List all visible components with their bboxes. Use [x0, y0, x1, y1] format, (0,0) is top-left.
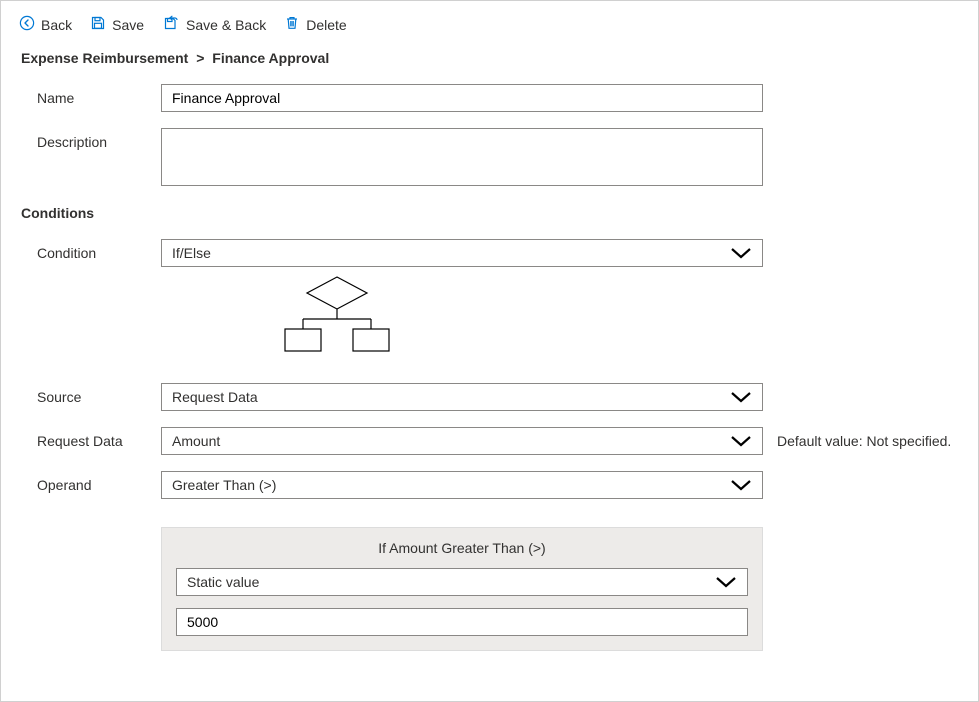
source-select[interactable]: Request Data	[161, 383, 763, 411]
toolbar: Back Save Save & Back	[19, 13, 960, 48]
save-and-back-label: Save & Back	[186, 17, 266, 33]
breadcrumb-current: Finance Approval	[212, 50, 329, 66]
source-value: Request Data	[172, 389, 258, 405]
name-row: Name	[37, 84, 960, 112]
operand-label: Operand	[37, 471, 161, 493]
if-subpanel-title: If Amount Greater Than (>)	[162, 528, 762, 568]
name-input[interactable]	[161, 84, 763, 112]
condition-select[interactable]: If/Else	[161, 239, 763, 267]
back-label: Back	[41, 17, 72, 33]
chevron-down-icon	[730, 246, 752, 260]
save-icon	[90, 15, 106, 34]
request-data-note: Default value: Not specified.	[763, 427, 951, 449]
source-row: Source Request Data	[37, 383, 960, 411]
description-label: Description	[37, 128, 161, 150]
back-button[interactable]: Back	[19, 15, 72, 34]
operand-row: Operand Greater Than (>) If Amount Great…	[37, 471, 960, 651]
save-button[interactable]: Save	[90, 15, 144, 34]
chevron-down-icon	[715, 575, 737, 589]
save-and-back-button[interactable]: Save & Back	[162, 15, 266, 34]
condition-value: If/Else	[172, 245, 211, 261]
chevron-down-icon	[730, 390, 752, 404]
chevron-down-icon	[730, 434, 752, 448]
request-data-value: Amount	[172, 433, 220, 449]
trash-icon	[284, 15, 300, 34]
request-data-row: Request Data Amount Default value: Not s…	[37, 427, 960, 455]
static-value-input[interactable]	[176, 608, 748, 636]
conditions-heading: Conditions	[21, 205, 960, 221]
page-frame: Back Save Save & Back	[0, 0, 979, 702]
breadcrumb-parent[interactable]: Expense Reimbursement	[21, 50, 188, 66]
delete-button[interactable]: Delete	[284, 15, 346, 34]
request-data-label: Request Data	[37, 427, 161, 449]
request-data-select[interactable]: Amount	[161, 427, 763, 455]
chevron-down-icon	[730, 478, 752, 492]
if-subpanel: If Amount Greater Than (>) Static value	[161, 527, 763, 651]
content-area: Name Description Conditions Condition If…	[19, 84, 960, 651]
operand-select[interactable]: Greater Than (>)	[161, 471, 763, 499]
value-type-select[interactable]: Static value	[176, 568, 748, 596]
breadcrumb: Expense Reimbursement > Finance Approval	[19, 48, 960, 84]
save-and-back-icon	[162, 15, 180, 34]
save-label: Save	[112, 17, 144, 33]
back-icon	[19, 15, 35, 34]
condition-label: Condition	[37, 239, 161, 261]
delete-label: Delete	[306, 17, 346, 33]
operand-value: Greater Than (>)	[172, 477, 276, 493]
name-label: Name	[37, 84, 161, 106]
ifelse-diagram	[161, 273, 763, 355]
breadcrumb-separator: >	[192, 50, 208, 66]
value-type-value: Static value	[187, 574, 259, 590]
description-input[interactable]	[161, 128, 763, 186]
source-label: Source	[37, 383, 161, 405]
description-row: Description	[37, 128, 960, 189]
condition-row: Condition If/Else	[37, 239, 960, 367]
